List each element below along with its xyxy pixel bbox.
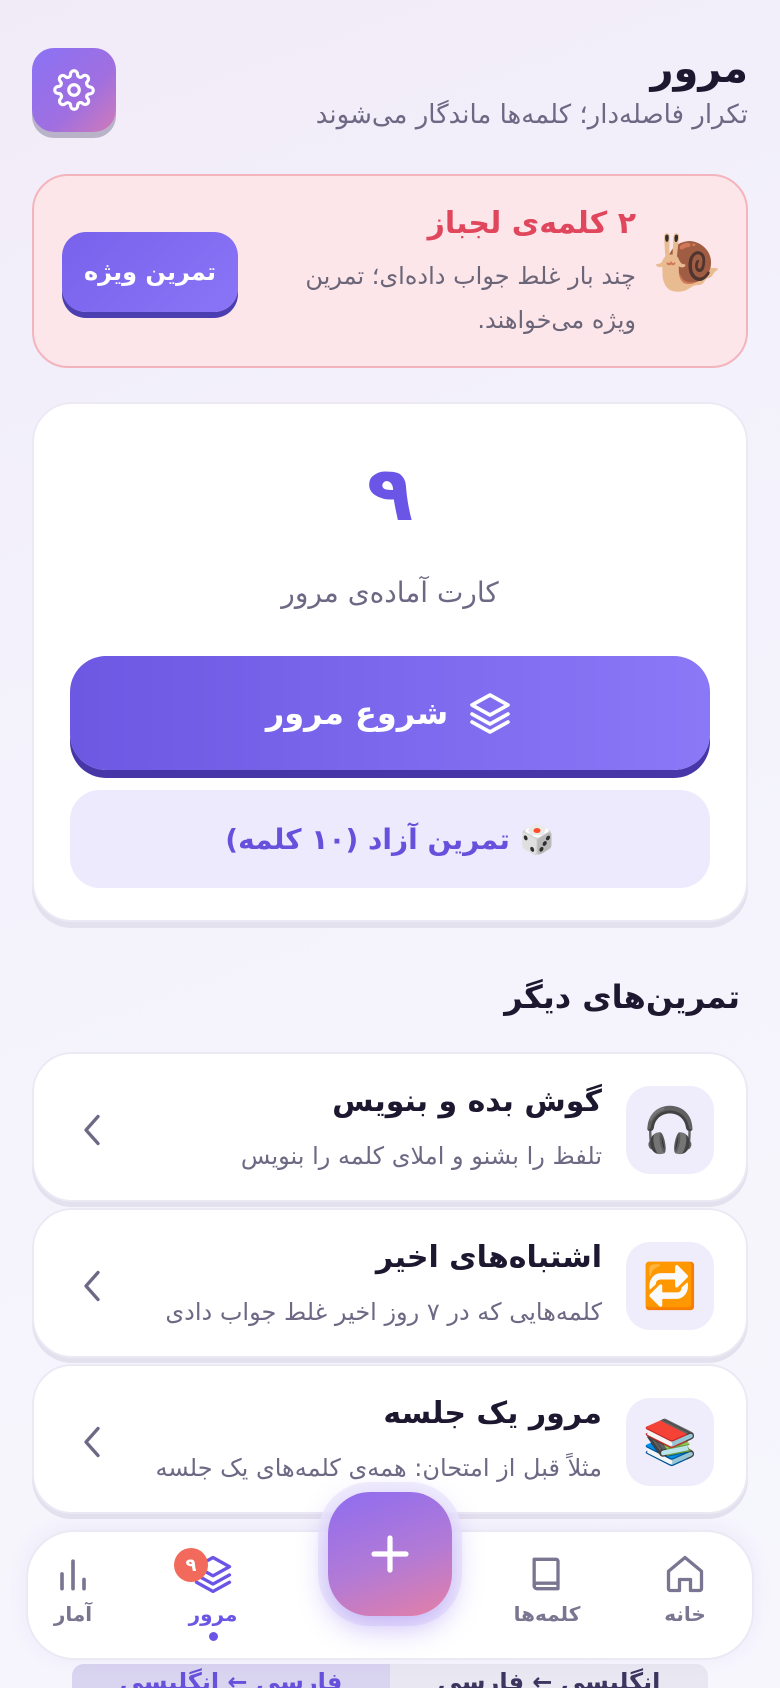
page-subtitle: تکرار فاصله‌دار؛ کلمه‌ها ماندگار می‌شوند bbox=[315, 100, 748, 130]
nav-words[interactable]: کلمه‌ها bbox=[502, 1552, 592, 1626]
review-card: ۹ کارت آماده‌ی مرور شروع مرور 🎲 تمرین آز… bbox=[32, 402, 748, 922]
review-badge: ۹ bbox=[174, 1548, 208, 1582]
settings-button[interactable] bbox=[32, 48, 116, 132]
exercise-description: کلمه‌هایی که در ۷ روز اخیر غلط جواب دادی bbox=[165, 1298, 602, 1326]
page-title: مرور bbox=[650, 46, 748, 92]
exercise-description: تلفظ را بشنو و املای کلمه را بنویس bbox=[240, 1142, 602, 1170]
exercise-recent-mistakes[interactable]: 🔁 اشتباه‌های اخیر کلمه‌هایی که در ۷ روز … bbox=[32, 1208, 748, 1358]
direction-tabs: انگلیسی ← فارسی فارسی ← انگلیسی bbox=[72, 1664, 708, 1688]
layers-icon bbox=[470, 693, 510, 734]
add-word-button[interactable] bbox=[328, 1492, 452, 1616]
special-practice-button[interactable]: تمرین ویژه bbox=[62, 232, 238, 312]
stubborn-words-card: 🐌 ۲ کلمه‌ی لجباز چند بار غلط جواب داده‌ا… bbox=[32, 174, 748, 368]
stubborn-description: چند بار غلط جواب داده‌ای؛ تمرین ویژه می‌… bbox=[305, 262, 636, 334]
home-icon bbox=[666, 1555, 704, 1593]
headphones-icon: 🎧 bbox=[626, 1086, 714, 1174]
chevron-left-icon bbox=[72, 1414, 112, 1470]
stubborn-title: ۲ کلمه‌ی لجباز bbox=[427, 206, 636, 241]
page-header: مرور تکرار فاصله‌دار؛ کلمه‌ها ماندگار می… bbox=[32, 40, 748, 140]
dice-icon: 🎲 bbox=[519, 822, 555, 856]
nav-stats[interactable]: آمار bbox=[28, 1552, 118, 1626]
snail-icon: 🐌 bbox=[652, 231, 722, 296]
exercise-description: مثلاً قبل از امتحان: همه‌ی کلمه‌های یک ج… bbox=[155, 1454, 602, 1482]
exercise-listen-write[interactable]: 🎧 گوش بده و بنویس تلفظ را بشنو و املای ک… bbox=[32, 1052, 748, 1202]
start-review-label: شروع مرور bbox=[265, 694, 449, 732]
books-icon: 📚 bbox=[626, 1398, 714, 1486]
nav-review[interactable]: ۹ مرور bbox=[168, 1548, 258, 1641]
bar-chart-icon bbox=[60, 1559, 86, 1591]
review-count: ۹ bbox=[366, 449, 414, 538]
book-icon bbox=[532, 1557, 560, 1591]
active-indicator bbox=[208, 1632, 218, 1641]
exercise-title: اشتباه‌های اخیر bbox=[375, 1240, 602, 1275]
nav-words-label: کلمه‌ها bbox=[513, 1602, 581, 1626]
free-practice-button[interactable]: 🎲 تمرین آزاد (۱۰ کلمه) bbox=[70, 790, 710, 888]
tab-en-fa[interactable]: انگلیسی ← فارسی bbox=[390, 1664, 708, 1688]
free-practice-label: تمرین آزاد (۱۰ کلمه) bbox=[225, 822, 510, 856]
nav-home-label: خانه bbox=[664, 1602, 706, 1626]
plus-icon bbox=[371, 1535, 409, 1573]
nav-home[interactable]: خانه bbox=[640, 1552, 730, 1626]
start-review-button[interactable]: شروع مرور bbox=[70, 656, 710, 770]
other-exercises-title: تمرین‌های دیگر bbox=[504, 978, 740, 1016]
chevron-left-icon bbox=[72, 1258, 112, 1314]
exercise-title: مرور یک جلسه bbox=[383, 1396, 602, 1431]
tab-fa-en[interactable]: فارسی ← انگلیسی bbox=[72, 1664, 390, 1688]
nav-stats-label: آمار bbox=[53, 1602, 93, 1626]
nav-review-label: مرور bbox=[188, 1602, 238, 1626]
gear-icon bbox=[53, 69, 95, 111]
exercise-title: گوش بده و بنویس bbox=[332, 1084, 602, 1119]
repeat-icon: 🔁 bbox=[626, 1242, 714, 1330]
review-count-label: کارت آماده‌ی مرور bbox=[281, 576, 499, 609]
chevron-left-icon bbox=[72, 1102, 112, 1158]
